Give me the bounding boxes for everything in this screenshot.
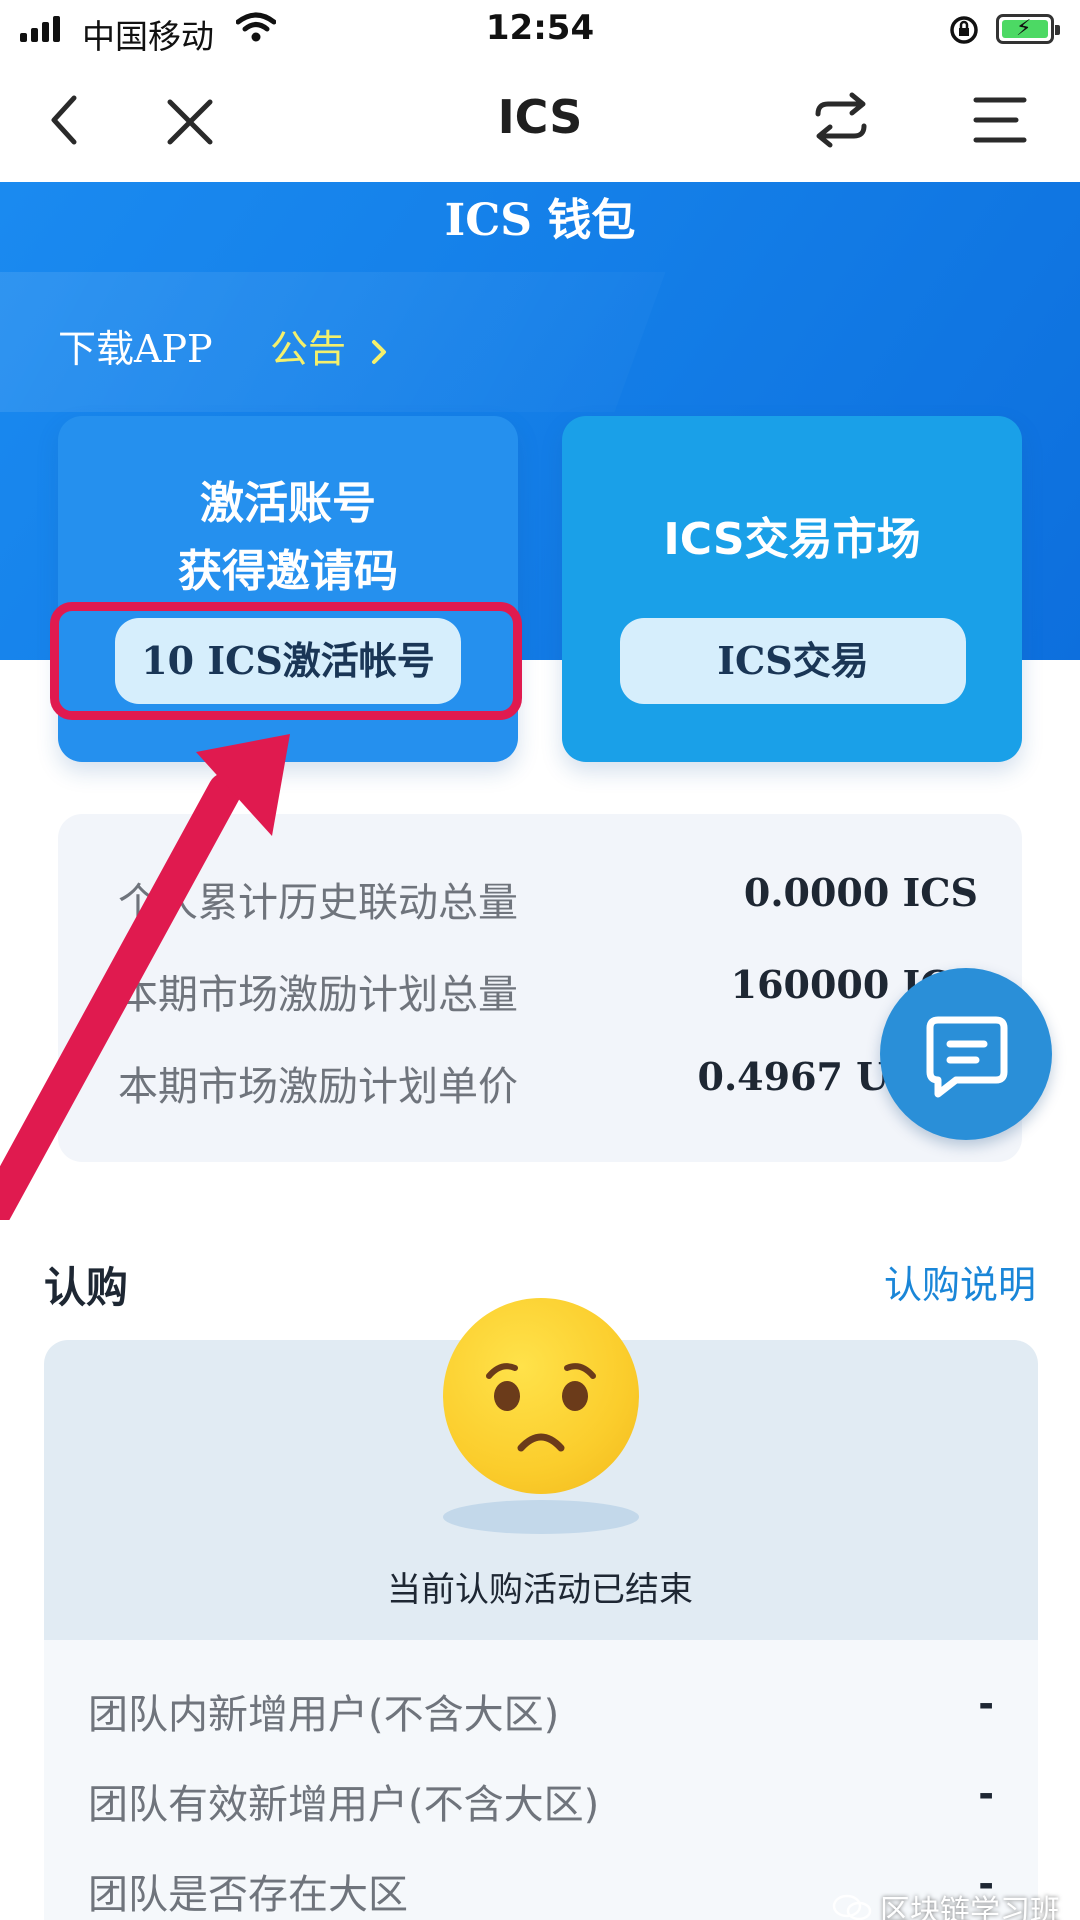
navigation-bar: ICS <box>0 60 1080 182</box>
list-item: 团队有效新增用户(不含大区) - <box>88 1772 994 1832</box>
subscribe-title: 认购 <box>44 1263 129 1312</box>
team-stats-list: 团队内新增用户(不含大区) - 团队有效新增用户(不含大区) - 团队是否存在大… <box>44 1640 1038 1920</box>
market-card-title: ICS交易市场 <box>663 514 921 565</box>
app-screen: { "status_bar": { "carrier": "中国移动", "ti… <box>0 0 1080 1920</box>
emoji-shadow <box>443 1500 639 1534</box>
download-app-link[interactable]: 下载APP <box>58 318 213 373</box>
rotation-lock-icon <box>950 16 978 44</box>
watermark: 区块链学习班 <box>832 1886 1060 1920</box>
list-item-label: 团队有效新增用户(不含大区) <box>88 1782 600 1828</box>
arrow-annotation <box>0 734 290 1220</box>
ics-trade-button[interactable]: ICS交易 <box>620 618 966 704</box>
list-item: 团队内新增用户(不含大区) - <box>88 1682 994 1742</box>
activate-card-line2: 获得邀请码 <box>178 546 398 597</box>
message-icon <box>926 1016 1008 1098</box>
clock: 12:54 <box>485 8 595 48</box>
page-title: ICS <box>497 90 583 144</box>
switch-icon[interactable] <box>810 90 872 150</box>
notice-link[interactable]: 公告 <box>270 318 390 373</box>
list-item-value: - <box>978 1772 994 1816</box>
subscribe-help-link[interactable]: 认购说明 <box>884 1254 1036 1309</box>
activate-card-line1: 激活账号 <box>200 478 376 529</box>
list-item-label: 团队是否存在大区 <box>88 1872 408 1918</box>
stat-value: 0.0000 ICS <box>743 870 978 915</box>
watermark-text: 区块链学习班 <box>880 1894 1060 1920</box>
notice-link-label: 公告 <box>270 327 347 371</box>
list-item-value: - <box>978 1682 994 1726</box>
sad-face-icon <box>443 1298 639 1494</box>
wallet-title: ICS 钱包 <box>444 195 636 246</box>
message-fab[interactable] <box>880 968 1052 1140</box>
subscribe-ended-text: 当前认购活动已结束 <box>387 1570 693 1610</box>
battery-icon: ⚡ <box>996 14 1060 44</box>
list-item-label: 团队内新增用户(不含大区) <box>88 1692 560 1738</box>
wechat-icon <box>832 1894 872 1920</box>
menu-icon[interactable] <box>972 90 1028 150</box>
chevron-right-icon <box>372 339 387 364</box>
status-bar: 中国移动 12:54 ⚡ <box>0 0 1080 60</box>
ics-market-card: ICS交易市场 ICS交易 <box>562 416 1022 762</box>
